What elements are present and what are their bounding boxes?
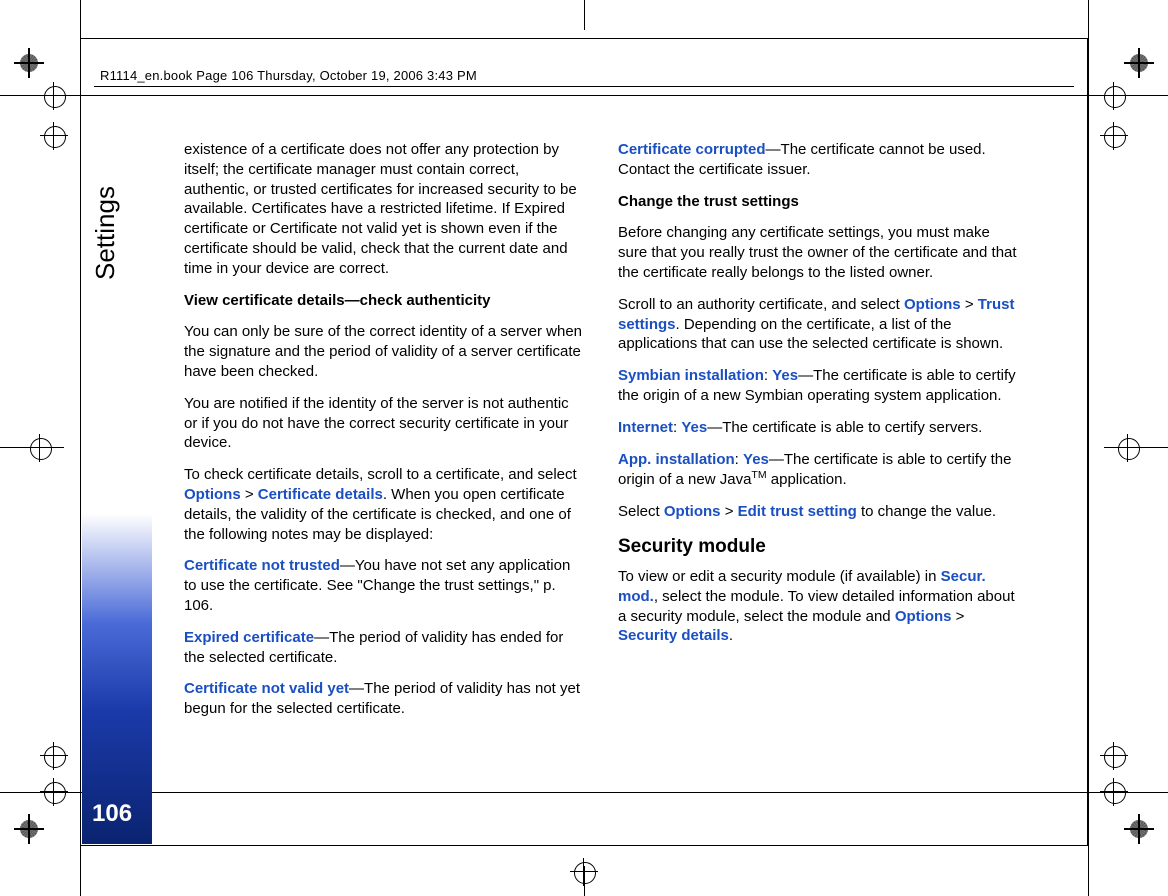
- section-label: Settings: [90, 186, 121, 280]
- registration-mark-icon: [1128, 52, 1150, 74]
- value: Yes: [772, 367, 798, 384]
- body-text: Select Options > Edit trust setting to c…: [618, 502, 1018, 522]
- header-meta: R1114_en.book Page 106 Thursday, October…: [100, 68, 477, 83]
- text: :: [764, 367, 772, 384]
- heading: Security module: [618, 534, 1018, 559]
- body-text: App. installation: Yes—The certificate i…: [618, 450, 1018, 491]
- value: Yes: [743, 451, 769, 468]
- menu-option: Edit trust setting: [738, 503, 857, 520]
- body-text: Scroll to an authority certificate, and …: [618, 295, 1018, 354]
- crop-line-right: [1088, 0, 1089, 896]
- menu-option: Options: [904, 296, 961, 313]
- menu-option: Security details: [618, 627, 729, 644]
- text: To check certificate details, scroll to …: [184, 466, 577, 483]
- term: App. installation: [618, 451, 735, 468]
- menu-option: Options: [664, 503, 721, 520]
- body-text: To check certificate details, scroll to …: [184, 465, 584, 544]
- subheading: Change the trust settings: [618, 192, 1018, 212]
- text: >: [952, 608, 965, 625]
- target-mark-icon: [1100, 82, 1128, 110]
- text: .: [729, 627, 733, 644]
- target-mark-icon: [1100, 778, 1128, 806]
- body-text: Certificate corrupted—The certificate ca…: [618, 140, 1018, 180]
- subheading: View certificate details—check authentic…: [184, 291, 584, 311]
- body-text: Internet: Yes—The certificate is able to…: [618, 418, 1018, 438]
- body-text: Symbian installation: Yes—The certificat…: [618, 366, 1018, 406]
- registration-mark-icon: [18, 818, 40, 840]
- text: >: [241, 486, 258, 503]
- term: Expired certificate: [184, 629, 314, 646]
- text: —The certificate is able to certify serv…: [707, 419, 982, 436]
- term: Symbian installation: [618, 367, 764, 384]
- term: Certificate not trusted: [184, 557, 340, 574]
- text: >: [961, 296, 978, 313]
- term: Internet: [618, 419, 673, 436]
- target-mark-icon: [40, 122, 68, 150]
- header-rule: [94, 86, 1074, 87]
- term: Certificate not valid yet: [184, 680, 349, 697]
- target-mark-icon: [570, 858, 598, 886]
- target-mark-icon: [1100, 122, 1128, 150]
- menu-option: Options: [895, 608, 952, 625]
- target-mark-icon: [40, 742, 68, 770]
- body-text: Certificate not trusted—You have not set…: [184, 556, 584, 615]
- body-text: Certificate not valid yet—The period of …: [184, 679, 584, 719]
- text: To view or edit a security module (if av…: [618, 568, 941, 585]
- column-left: existence of a certificate does not offe…: [184, 140, 584, 731]
- target-mark-icon: [26, 434, 54, 462]
- registration-mark-icon: [18, 52, 40, 74]
- target-mark-icon: [40, 778, 68, 806]
- target-mark-icon: [1100, 742, 1128, 770]
- text: Select: [618, 503, 664, 520]
- body-text: You are notified if the identity of the …: [184, 394, 584, 453]
- term: Certificate corrupted: [618, 141, 766, 158]
- value: Yes: [681, 419, 707, 436]
- body-text: To view or edit a security module (if av…: [618, 567, 1018, 646]
- text: to change the value.: [857, 503, 996, 520]
- text: . Depending on the certificate, a list o…: [618, 316, 1003, 353]
- crop-mid-top: [584, 0, 585, 30]
- body-text: existence of a certificate does not offe…: [184, 140, 584, 279]
- menu-option: Options: [184, 486, 241, 503]
- text: :: [735, 451, 743, 468]
- body-text: You can only be sure of the correct iden…: [184, 322, 584, 381]
- text: application.: [767, 471, 847, 488]
- text: Scroll to an authority certificate, and …: [618, 296, 904, 313]
- target-mark-icon: [1114, 434, 1142, 462]
- menu-option: Certificate details: [258, 486, 383, 503]
- trademark: TM: [751, 469, 766, 481]
- registration-mark-icon: [1128, 818, 1150, 840]
- body-text: Before changing any certificate settings…: [618, 223, 1018, 282]
- column-right: Certificate corrupted—The certificate ca…: [618, 140, 1018, 658]
- target-mark-icon: [40, 82, 68, 110]
- page-number: 106: [92, 800, 132, 828]
- body-text: Expired certificate—The period of validi…: [184, 628, 584, 668]
- text: >: [721, 503, 738, 520]
